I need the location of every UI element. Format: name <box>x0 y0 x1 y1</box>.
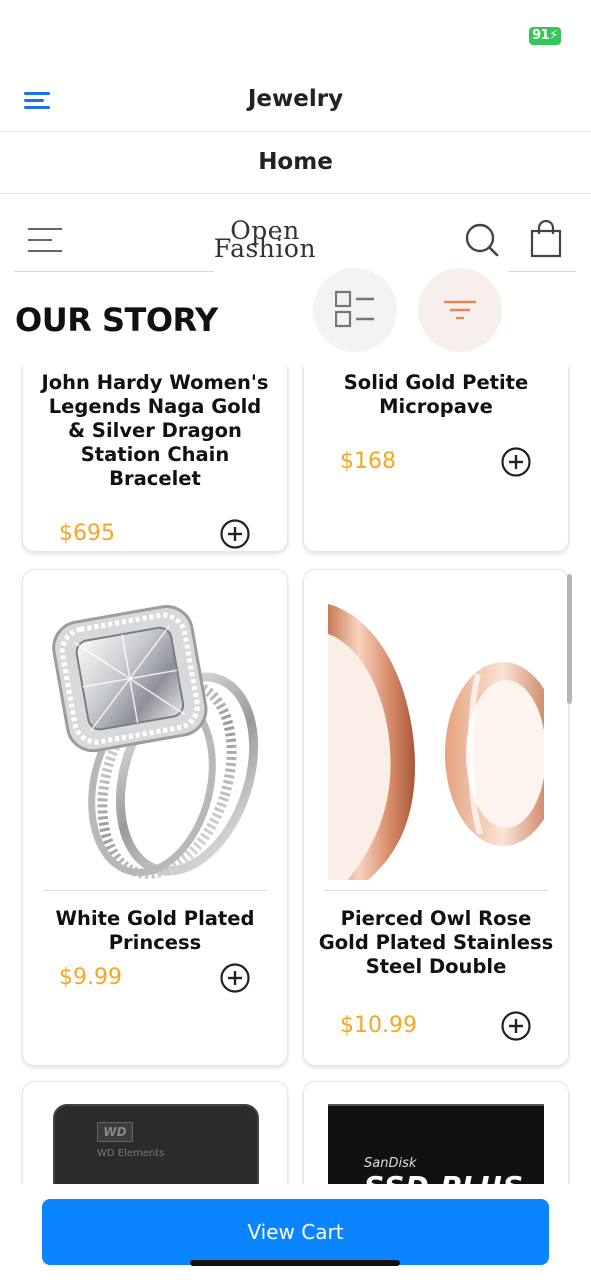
product-card[interactable]: White Gold Plated Princess $9.99 <box>22 569 288 1066</box>
charging-icon: ⚡ <box>549 28 558 43</box>
add-to-cart-icon[interactable] <box>500 446 532 478</box>
header-divider <box>14 271 214 272</box>
product-title: John Hardy Women's Legends Naga Gold & S… <box>41 371 269 490</box>
home-nav-label: Home <box>258 149 333 175</box>
product-image[interactable] <box>47 594 263 880</box>
shopping-bag-icon[interactable] <box>528 219 564 258</box>
filter-button[interactable] <box>418 268 502 352</box>
add-to-cart-icon[interactable] <box>219 962 251 994</box>
card-divider <box>324 890 548 891</box>
filter-icon <box>444 300 476 320</box>
app-header: Jewelry <box>0 70 591 132</box>
product-card[interactable]: Solid Gold Petite Micropave $168 <box>303 367 569 552</box>
product-card[interactable]: SanDisk SSD PLUS <box>303 1081 569 1184</box>
page-title: Jewelry <box>247 86 344 112</box>
scrollbar[interactable] <box>567 574 572 704</box>
battery-indicator: 91⚡ <box>529 27 561 45</box>
product-price: $695 <box>59 521 115 546</box>
brand-logo[interactable]: Open Fashion <box>210 218 320 260</box>
product-title: Solid Gold Petite Micropave <box>343 371 529 418</box>
product-image[interactable]: WD WD Elements <box>53 1104 259 1184</box>
status-bar: 91⚡ <box>0 0 591 70</box>
product-card[interactable]: John Hardy Women's Legends Naga Gold & S… <box>22 367 288 552</box>
ssd-brand: SanDisk <box>364 1156 417 1171</box>
product-grid[interactable]: John Hardy Women's Legends Naga Gold & S… <box>0 367 591 1184</box>
product-price: $9.99 <box>59 965 122 990</box>
home-nav[interactable]: Home <box>0 132 591 194</box>
battery-level: 91 <box>532 28 550 43</box>
home-indicator[interactable] <box>190 1260 400 1266</box>
product-price: $10.99 <box>340 1013 417 1038</box>
view-cart-button[interactable]: View Cart <box>42 1199 549 1265</box>
product-image[interactable] <box>328 594 544 880</box>
product-card[interactable]: WD WD Elements <box>22 1081 288 1184</box>
add-to-cart-icon[interactable] <box>500 1010 532 1042</box>
store-menu-icon[interactable] <box>28 228 64 254</box>
product-image[interactable]: SanDisk SSD PLUS <box>328 1104 544 1184</box>
store-header: Open Fashion <box>0 194 591 284</box>
search-icon[interactable] <box>464 222 500 258</box>
product-price: $168 <box>340 449 396 474</box>
section-title: OUR STORY <box>15 301 218 339</box>
list-view-icon <box>335 290 374 328</box>
drive-logo: WD <box>97 1122 133 1142</box>
drive-label: WD Elements <box>97 1148 165 1159</box>
product-title: Pierced Owl Rose Gold Plated Stainless S… <box>318 907 554 978</box>
add-to-cart-icon[interactable] <box>219 518 251 550</box>
product-title: White Gold Plated Princess <box>55 907 255 954</box>
card-divider <box>43 890 267 891</box>
product-card[interactable]: Pierced Owl Rose Gold Plated Stainless S… <box>303 569 569 1066</box>
ring-image <box>52 605 259 880</box>
list-view-toggle[interactable] <box>313 268 397 352</box>
brand-logo-line2: Fashion <box>213 234 317 260</box>
plug-image <box>328 604 544 880</box>
ssd-model: SSD PLUS <box>364 1170 524 1184</box>
header-divider <box>508 271 576 272</box>
